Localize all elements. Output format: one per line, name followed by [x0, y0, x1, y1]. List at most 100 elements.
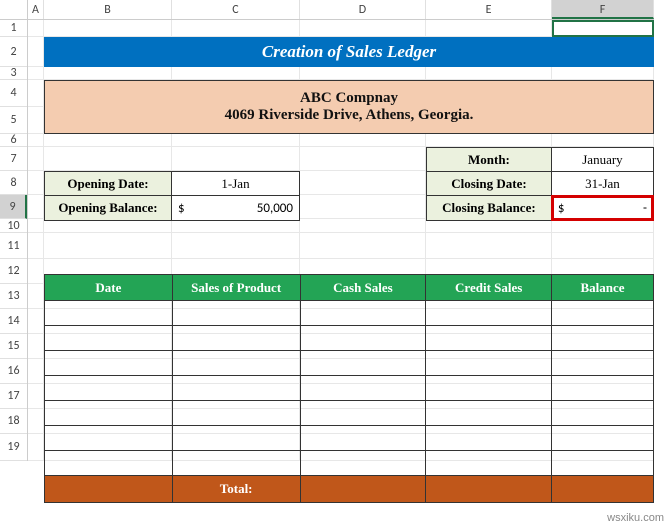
cell[interactable]	[28, 80, 44, 107]
cell[interactable]	[44, 147, 172, 171]
row-header-2[interactable]: 2	[0, 37, 27, 67]
ledger-cell[interactable]	[426, 401, 552, 426]
ledger-cell[interactable]	[45, 451, 173, 476]
ledger-total-label[interactable]: Total:	[172, 476, 300, 503]
ledger-cell[interactable]	[426, 426, 552, 451]
ledger-cell[interactable]	[552, 326, 654, 351]
ledger-cell[interactable]	[172, 376, 300, 401]
cell[interactable]	[172, 134, 300, 147]
ledger-header-product[interactable]: Sales of Product	[172, 275, 300, 301]
row-header-1[interactable]: 1	[0, 20, 27, 37]
cell[interactable]	[28, 67, 44, 80]
month-value[interactable]: January	[552, 148, 653, 172]
closing-date-value[interactable]: 31-Jan	[552, 172, 653, 196]
cell[interactable]	[552, 67, 654, 80]
cell[interactable]	[172, 67, 300, 80]
row-header-12[interactable]: 12	[0, 259, 27, 284]
ledger-header-cash[interactable]: Cash Sales	[300, 275, 426, 301]
ledger-cell[interactable]	[300, 426, 426, 451]
ledger-cell[interactable]	[426, 351, 552, 376]
ledger-cell[interactable]	[172, 426, 300, 451]
cell[interactable]	[28, 171, 44, 195]
row-header-6[interactable]: 6	[0, 134, 27, 147]
row-header-8[interactable]: 8	[0, 171, 27, 195]
cell[interactable]	[426, 233, 552, 259]
cell[interactable]	[300, 233, 426, 259]
cell[interactable]	[300, 171, 426, 195]
opening-date-value[interactable]: 1-Jan	[172, 172, 299, 196]
row-header-18[interactable]: 18	[0, 409, 27, 434]
cell[interactable]	[426, 20, 552, 37]
ledger-cell[interactable]	[45, 351, 173, 376]
ledger-cell[interactable]	[552, 301, 654, 326]
col-header-C[interactable]: C	[172, 0, 300, 19]
ledger-cell[interactable]	[426, 376, 552, 401]
col-header-B[interactable]: B	[44, 0, 172, 19]
cell[interactable]	[172, 20, 300, 37]
cell[interactable]	[44, 233, 172, 259]
cell[interactable]	[28, 134, 44, 147]
ledger-cell[interactable]	[426, 326, 552, 351]
ledger-cell[interactable]	[426, 451, 552, 476]
cell[interactable]	[300, 147, 426, 171]
cell[interactable]	[300, 67, 426, 80]
col-header-A[interactable]: A	[28, 0, 44, 19]
row-header-14[interactable]: 14	[0, 309, 27, 334]
ledger-cell[interactable]	[300, 326, 426, 351]
ledger-total-cash[interactable]	[300, 476, 426, 503]
cell[interactable]	[28, 334, 44, 359]
cell[interactable]	[28, 20, 44, 37]
cell[interactable]	[28, 409, 44, 434]
ledger-cell[interactable]	[172, 301, 300, 326]
ledger-cell[interactable]	[552, 351, 654, 376]
cell[interactable]	[172, 233, 300, 259]
ledger-cell[interactable]	[45, 301, 173, 326]
ledger-header-credit[interactable]: Credit Sales	[426, 275, 552, 301]
ledger-cell[interactable]	[45, 426, 173, 451]
cell[interactable]	[172, 219, 300, 233]
closing-balance-value[interactable]: $ -	[552, 196, 653, 220]
cell[interactable]	[28, 195, 44, 219]
cell[interactable]	[28, 309, 44, 334]
row-header-16[interactable]: 16	[0, 359, 27, 384]
row-header-15[interactable]: 15	[0, 334, 27, 359]
col-header-D[interactable]: D	[300, 0, 426, 19]
select-all-corner[interactable]	[0, 0, 28, 20]
row-header-9[interactable]: 9	[0, 195, 27, 219]
opening-balance-value[interactable]: $ 50,000	[172, 196, 299, 220]
ledger-total-credit[interactable]	[426, 476, 552, 503]
cell[interactable]	[300, 20, 426, 37]
cell[interactable]	[552, 233, 654, 259]
ledger-cell[interactable]	[300, 401, 426, 426]
ledger-cell[interactable]	[172, 351, 300, 376]
cell[interactable]	[28, 219, 44, 233]
cell[interactable]	[552, 134, 654, 147]
row-header-7[interactable]: 7	[0, 147, 27, 171]
ledger-cell[interactable]	[300, 376, 426, 401]
ledger-cell[interactable]	[300, 301, 426, 326]
col-header-E[interactable]: E	[426, 0, 552, 19]
cell[interactable]	[28, 37, 44, 67]
cell[interactable]	[300, 219, 426, 233]
row-header-3[interactable]: 3	[0, 67, 27, 80]
ledger-total-blank[interactable]	[45, 476, 173, 503]
cell[interactable]	[28, 147, 44, 171]
row-header-19[interactable]: 19	[0, 434, 27, 461]
cell[interactable]	[426, 219, 552, 233]
ledger-cell[interactable]	[45, 326, 173, 351]
row-header-5[interactable]: 5	[0, 107, 27, 134]
ledger-cell[interactable]	[552, 401, 654, 426]
cell[interactable]	[44, 134, 172, 147]
cell[interactable]	[28, 284, 44, 309]
ledger-header-balance[interactable]: Balance	[552, 275, 654, 301]
ledger-cell[interactable]	[172, 451, 300, 476]
ledger-cell[interactable]	[552, 376, 654, 401]
row-header-13[interactable]: 13	[0, 284, 27, 309]
cell[interactable]	[426, 134, 552, 147]
ledger-cell[interactable]	[300, 451, 426, 476]
row-header-4[interactable]: 4	[0, 80, 27, 107]
cell[interactable]	[172, 147, 300, 171]
cell[interactable]	[28, 359, 44, 384]
ledger-cell[interactable]	[552, 426, 654, 451]
ledger-cell[interactable]	[172, 326, 300, 351]
